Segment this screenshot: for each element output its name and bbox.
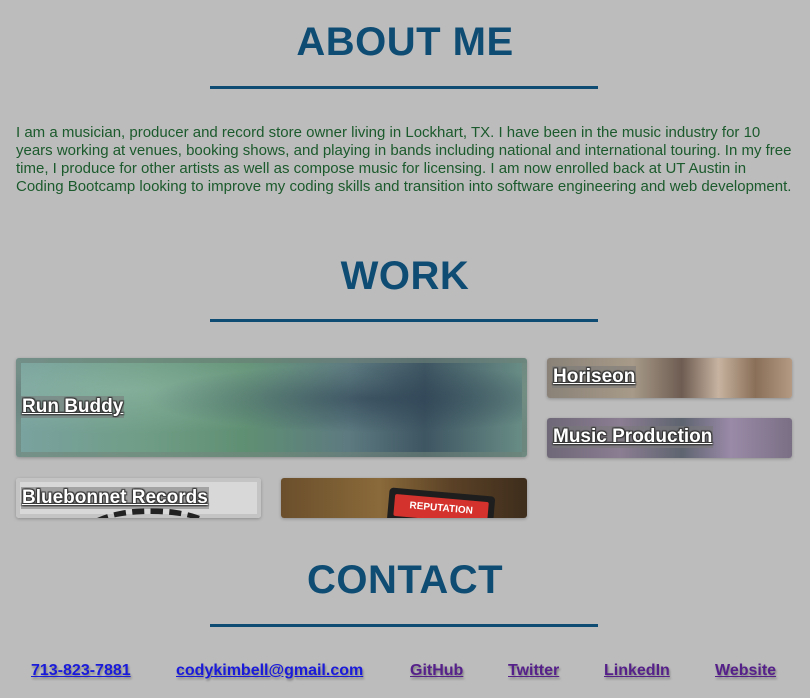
linkedin-link[interactable]: LinkedIn (604, 662, 670, 680)
project-card-music-production[interactable]: Music Production (547, 418, 792, 458)
reputation-badge-text: REPUTATION (409, 500, 474, 517)
work-title: WORK (340, 254, 470, 298)
about-text: I am a musician, producer and record sto… (16, 124, 792, 195)
work-divider (210, 319, 598, 322)
contact-links: 713-823-7881 codykimbell@gmail.com GitHu… (0, 662, 810, 684)
project-card-reputation[interactable]: REPUTATION (281, 478, 527, 518)
contact-title: CONTACT (306, 558, 504, 602)
project-card-run-buddy[interactable]: Run Buddy (16, 358, 527, 457)
project-card-bluebonnet-records[interactable]: Bluebonnet Records (16, 478, 261, 518)
project-label-music-production[interactable]: Music Production (552, 426, 714, 448)
project-label-bluebonnet-records[interactable]: Bluebonnet Records (21, 487, 209, 509)
project-card-horiseon[interactable]: Horiseon (547, 358, 792, 398)
about-divider (210, 86, 598, 89)
email-link[interactable]: codykimbell@gmail.com (176, 662, 363, 680)
twitter-link[interactable]: Twitter (508, 662, 559, 680)
project-label-run-buddy[interactable]: Run Buddy (21, 396, 125, 418)
contact-divider (210, 624, 598, 627)
website-link[interactable]: Website (715, 662, 776, 680)
about-title: ABOUT ME (296, 20, 514, 64)
project-label-horiseon[interactable]: Horiseon (552, 366, 637, 388)
github-link[interactable]: GitHub (410, 662, 463, 680)
phone-link[interactable]: 713-823-7881 (31, 662, 131, 680)
